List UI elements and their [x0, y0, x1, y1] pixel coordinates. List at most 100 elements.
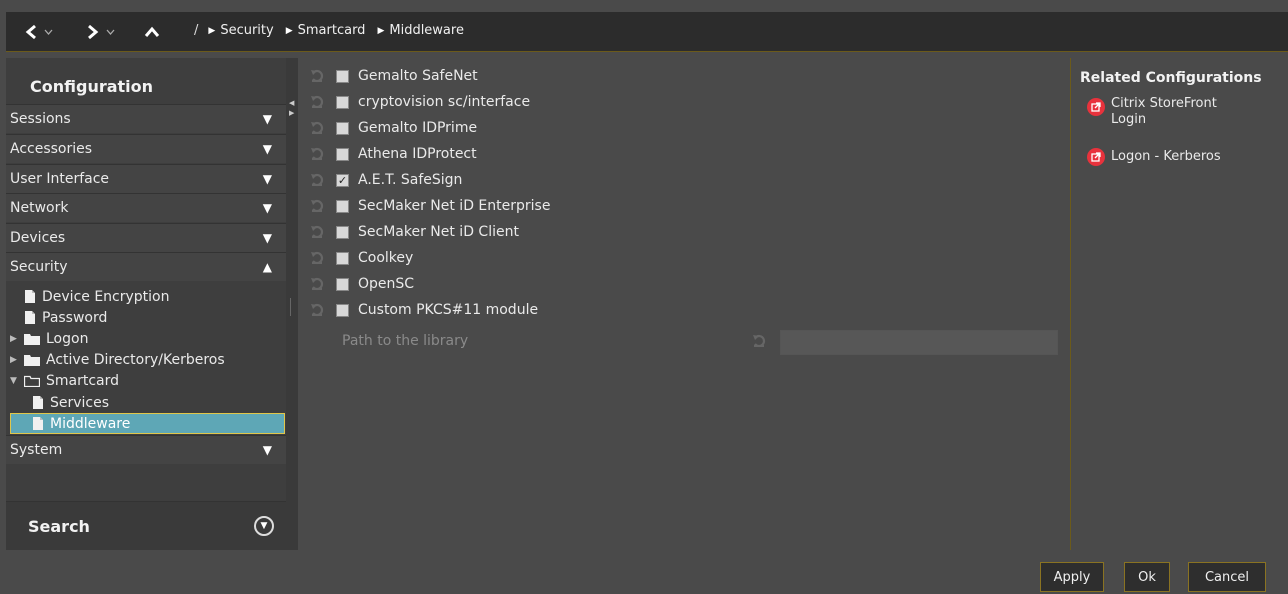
navigation-bar: / ▶ Security ▶ Smartcard ▶ Middleware: [6, 12, 1288, 52]
triangle-down-icon: ▼: [262, 201, 272, 215]
sidebar-splitter[interactable]: ◀ ▶: [286, 58, 298, 550]
ok-button[interactable]: Ok: [1124, 562, 1170, 592]
chevron-left-icon: [24, 24, 38, 40]
checkbox[interactable]: [336, 147, 349, 161]
sidebar-section-devices[interactable]: Devices ▼: [6, 223, 286, 252]
checkbox[interactable]: [336, 69, 349, 83]
breadcrumb-label: Middleware: [389, 23, 464, 38]
checkbox[interactable]: [336, 251, 349, 265]
sidebar-section-security[interactable]: Security ▲: [6, 252, 286, 281]
breadcrumb-smartcard[interactable]: ▶ Smartcard: [286, 23, 366, 38]
middleware-option[interactable]: Gemalto IDPrime: [298, 115, 477, 141]
back-button[interactable]: [24, 20, 53, 44]
chevron-up-icon: [144, 26, 160, 38]
middleware-option[interactable]: Custom PKCS#11 module: [298, 297, 538, 323]
tree-item-device-encryption[interactable]: Device Encryption: [10, 286, 170, 307]
forward-button[interactable]: [86, 20, 115, 44]
middleware-option[interactable]: Coolkey: [298, 245, 413, 271]
sidebar-section-system[interactable]: System ▼: [6, 435, 286, 464]
up-button[interactable]: [144, 20, 160, 44]
search-section[interactable]: Search ▼: [6, 501, 286, 550]
splitter-grip[interactable]: [290, 298, 291, 316]
reset-icon[interactable]: [298, 302, 336, 318]
middleware-option[interactable]: OpenSC: [298, 271, 414, 297]
checkbox[interactable]: [336, 121, 349, 135]
reset-icon[interactable]: [298, 198, 336, 214]
search-label: Search: [28, 517, 90, 536]
tree-item-password[interactable]: Password: [10, 307, 107, 328]
reset-icon[interactable]: [298, 276, 336, 292]
reset-icon[interactable]: [298, 94, 336, 110]
triangle-down-icon: ▼: [262, 172, 272, 186]
middleware-option[interactable]: Gemalto SafeNet: [298, 63, 478, 89]
tree-item-active-directory-kerberos[interactable]: ▶ Active Directory/Kerberos: [10, 349, 225, 370]
sidebar-section-sessions[interactable]: Sessions ▼: [6, 104, 286, 133]
chevron-down-icon[interactable]: [44, 29, 53, 35]
page-icon: [24, 289, 36, 304]
sidebar-section-network[interactable]: Network ▼: [6, 193, 286, 222]
middleware-option-label: cryptovision sc/interface: [358, 94, 531, 110]
triangle-down-icon: ▼: [262, 112, 272, 126]
tree-item-services[interactable]: Services: [32, 392, 109, 413]
middleware-option[interactable]: cryptovision sc/interface: [298, 89, 530, 115]
checkbox[interactable]: [336, 225, 349, 239]
breadcrumb-middleware[interactable]: ▶ Middleware: [377, 23, 464, 38]
middleware-option[interactable]: SecMaker Net iD Enterprise: [298, 193, 550, 219]
related-link-label: Logon - Kerberos: [1111, 149, 1221, 164]
related-link-citrix-storefront-login[interactable]: Citrix StoreFront Login: [1087, 96, 1231, 128]
middleware-option[interactable]: Athena IDProtect: [298, 141, 477, 167]
undo-icon: [753, 334, 766, 348]
path-reset-button[interactable]: [751, 333, 767, 353]
apply-button[interactable]: Apply: [1040, 562, 1104, 592]
cancel-button[interactable]: Cancel: [1188, 562, 1266, 592]
related-title: Related Configurations: [1080, 70, 1262, 86]
middleware-option[interactable]: SecMaker Net iD Client: [298, 219, 519, 245]
tree-item-middleware[interactable]: Middleware: [10, 413, 285, 434]
reset-icon[interactable]: [298, 224, 336, 240]
expand-arrow-icon[interactable]: ▶: [10, 334, 20, 344]
middleware-option-label: SecMaker Net iD Enterprise: [358, 198, 551, 214]
tree-item-logon[interactable]: ▶ Logon: [10, 328, 88, 349]
chevron-down-icon[interactable]: [106, 29, 115, 35]
reset-icon[interactable]: [298, 120, 336, 136]
section-label: System: [10, 442, 63, 458]
triangle-down-icon: ▼: [262, 142, 272, 156]
section-label: Security: [10, 259, 68, 275]
reset-icon[interactable]: [298, 172, 336, 188]
breadcrumb-label: Security: [220, 23, 274, 38]
related-link-logon-kerberos[interactable]: Logon - Kerberos: [1087, 146, 1261, 166]
section-label: User Interface: [10, 171, 110, 187]
middleware-option-label: SecMaker Net iD Client: [358, 224, 519, 240]
checkbox[interactable]: [336, 303, 349, 317]
sidebar-title: Configuration: [30, 77, 154, 96]
section-label: Accessories: [10, 141, 93, 157]
expand-arrow-icon[interactable]: ▶: [10, 355, 20, 365]
triangle-up-icon: ▲: [262, 260, 272, 274]
related-link-label: Citrix StoreFront Login: [1111, 96, 1217, 127]
tree-item-smartcard[interactable]: ▼ Smartcard: [10, 370, 119, 391]
collapse-arrow-icon[interactable]: ▼: [10, 376, 20, 386]
section-label: Network: [10, 200, 69, 216]
reset-icon[interactable]: [298, 68, 336, 84]
triangle-right-icon: ▶: [285, 25, 293, 36]
checkbox[interactable]: [336, 95, 349, 109]
expand-circle-icon[interactable]: ▼: [254, 516, 274, 536]
breadcrumb-security[interactable]: ▶ Security: [208, 23, 273, 38]
reset-icon[interactable]: [298, 250, 336, 266]
checkmark-icon: ✓: [337, 173, 348, 187]
collapse-handle-icon[interactable]: ◀ ▶: [289, 98, 294, 118]
sidebar-section-accessories[interactable]: Accessories ▼: [6, 134, 286, 163]
sidebar-section-user-interface[interactable]: User Interface ▼: [6, 164, 286, 193]
path-to-library-label: Path to the library: [342, 333, 469, 349]
checkbox[interactable]: [336, 277, 349, 291]
path-to-library-input[interactable]: [780, 330, 1058, 355]
tree-item-label: Password: [42, 309, 108, 326]
middleware-option[interactable]: ✓ A.E.T. SafeSign: [298, 167, 462, 193]
checkbox[interactable]: [336, 199, 349, 213]
tree-item-label: Logon: [46, 330, 89, 347]
reset-icon[interactable]: [298, 146, 336, 162]
middleware-option-label: Coolkey: [358, 250, 414, 266]
breadcrumb-root[interactable]: /: [194, 23, 198, 38]
checkbox[interactable]: ✓: [336, 173, 349, 187]
page-icon: [32, 395, 44, 410]
